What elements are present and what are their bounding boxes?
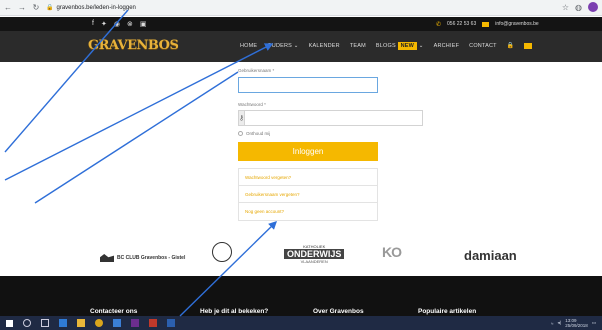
- login-help-links: Wachtwoord vergeten? Gebruikersnaam verg…: [238, 168, 378, 221]
- main-menu: HOME OUDERS ⌄ KALENDER TEAM BLOGS NEW ⌄ …: [240, 41, 533, 50]
- clock[interactable]: 13:09 25/09/2018: [565, 318, 588, 328]
- browser-nav: ← → ↻: [0, 3, 40, 12]
- taskbar-apps: [0, 319, 175, 327]
- extension-icon[interactable]: ◍: [575, 3, 582, 12]
- address-bar[interactable]: 🔒 gravenbos.be/leden-in-loggen: [46, 2, 516, 13]
- reload-icon[interactable]: ↻: [32, 3, 40, 12]
- kath-main-text: ONDERWIJS: [284, 249, 345, 259]
- phone-number[interactable]: 056 22 53 63: [447, 21, 476, 27]
- footer-popular-heading: Populaire artikelen: [418, 308, 477, 315]
- forgot-password-link[interactable]: Wachtwoord vergeten?: [239, 169, 377, 186]
- notifications-icon[interactable]: ▭: [592, 320, 596, 326]
- forgot-username-link[interactable]: Gebruikersnaam vergeten?: [239, 186, 377, 203]
- partner-circle-logo[interactable]: [212, 242, 232, 262]
- search-icon[interactable]: [23, 319, 31, 327]
- browser-actions: ☆ ◍: [562, 2, 598, 12]
- site-header: GRAVENBOS HOME OUDERS ⌄ KALENDER TEAM BL…: [0, 31, 602, 62]
- screen: ← → ↻ 🔒 gravenbos.be/leden-in-loggen ☆ ◍…: [0, 0, 602, 330]
- login-form: Gebruikersnaam * Wachtwoord * ⚷ Onthoud …: [238, 68, 424, 221]
- menu-item-blogs[interactable]: BLOGS NEW ⌄: [375, 41, 424, 50]
- system-tray: ≈ ◂) 13:09 25/09/2018 ▭: [551, 318, 596, 328]
- partner-bcg-label: BC CLUB Gravenbos - Gistel: [117, 255, 186, 261]
- site-logo[interactable]: GRAVENBOS: [88, 38, 179, 53]
- password-input[interactable]: [245, 110, 424, 126]
- edge-icon[interactable]: [59, 319, 67, 327]
- menu-item-archief[interactable]: ARCHIEF: [434, 43, 460, 49]
- windows-start-icon[interactable]: [6, 319, 13, 327]
- remember-checkbox[interactable]: [238, 131, 243, 136]
- remember-label: Onthoud mij: [246, 131, 271, 136]
- social-links: f ✦ ◉ ⊗ ▣: [92, 20, 146, 28]
- menu-item-blogs-label: BLOGS: [375, 42, 396, 49]
- mail-icon: [482, 21, 490, 27]
- clock-date: 25/09/2018: [565, 323, 588, 328]
- youtube-icon[interactable]: ▣: [140, 20, 147, 28]
- network-icon[interactable]: ≈: [551, 321, 553, 326]
- kath-bottom-text: VLAANDEREN: [300, 259, 328, 264]
- instagram-icon[interactable]: ◉: [114, 20, 120, 28]
- partner-logos: BC CLUB Gravenbos - Gistel KATHOLIEK OND…: [0, 240, 602, 276]
- chevron-down-icon: ⌄: [418, 42, 424, 49]
- forward-icon[interactable]: →: [18, 3, 26, 12]
- browser-chrome: ← → ↻ 🔒 gravenbos.be/leden-in-loggen ☆ ◍: [0, 0, 602, 16]
- footer-about-heading: Over Gravenbos: [313, 308, 364, 315]
- lock-icon[interactable]: 🔒: [507, 42, 515, 49]
- profile-avatar[interactable]: [588, 2, 598, 12]
- phone-icon: ✆: [436, 21, 442, 28]
- windows-taskbar: ≈ ◂) 13:09 25/09/2018 ▭: [0, 316, 602, 330]
- media-icon[interactable]: [149, 319, 157, 327]
- partner-damiaan-logo[interactable]: damiaan: [464, 248, 517, 263]
- no-account-link[interactable]: Nog geen account?: [239, 203, 377, 220]
- task-view-icon[interactable]: [41, 319, 49, 327]
- arrow-to-ouders-menu: [4, 43, 274, 181]
- contact-info: ✆ 056 22 53 63 info@gravenbos.be: [436, 21, 539, 28]
- facebook-icon[interactable]: f: [92, 20, 94, 28]
- key-icon: ⚷: [238, 110, 246, 126]
- menu-item-ouders[interactable]: OUDERS ⌄: [267, 43, 298, 49]
- menu-item-team[interactable]: TEAM: [350, 43, 366, 49]
- lock-icon: 🔒: [46, 5, 54, 11]
- volume-icon[interactable]: ◂): [557, 320, 561, 326]
- password-label: Wachtwoord *: [238, 102, 266, 107]
- star-icon[interactable]: ☆: [562, 3, 569, 12]
- new-badge: NEW: [397, 41, 418, 50]
- twitter-icon[interactable]: ✦: [101, 20, 107, 28]
- partner-bcg-logo[interactable]: BC CLUB Gravenbos - Gistel: [100, 254, 185, 262]
- menu-item-kalender[interactable]: KALENDER: [309, 43, 340, 49]
- word-icon[interactable]: [167, 319, 175, 327]
- outlook-icon[interactable]: [113, 319, 121, 327]
- partner-kh-logo[interactable]: KO: [382, 244, 402, 260]
- password-row: ⚷: [238, 110, 424, 126]
- top-info-bar: f ✦ ◉ ⊗ ▣ ✆ 056 22 53 63 info@gravenbos.…: [0, 17, 602, 31]
- menu-item-contact[interactable]: CONTACT: [469, 43, 497, 49]
- onenote-icon[interactable]: [131, 319, 139, 327]
- partner-katholiek-onderwijs-logo[interactable]: KATHOLIEK ONDERWIJS VLAANDEREN: [284, 244, 345, 264]
- arrow-to-username: [34, 71, 239, 204]
- building-icon: [100, 254, 114, 262]
- pinterest-icon[interactable]: ⊗: [127, 20, 133, 28]
- username-label: Gebruikersnaam *: [238, 68, 275, 73]
- file-explorer-icon[interactable]: [77, 319, 85, 327]
- back-icon[interactable]: ←: [4, 3, 12, 12]
- username-input[interactable]: [238, 76, 378, 93]
- chrome-icon[interactable]: [95, 319, 103, 327]
- footer-seen-heading: Heb je dit al bekeken?: [200, 308, 269, 315]
- remember-me[interactable]: Onthoud mij: [238, 131, 378, 136]
- login-button[interactable]: Inloggen: [238, 142, 378, 161]
- url-text: gravenbos.be/leden-in-loggen: [56, 4, 136, 11]
- email-address[interactable]: info@gravenbos.be: [495, 21, 538, 27]
- hamburger-menu-icon[interactable]: [524, 42, 533, 49]
- site-footer: Contacteer ons Heb je dit al bekeken? Ov…: [0, 276, 602, 316]
- footer-contact-heading: Contacteer ons: [90, 308, 138, 315]
- menu-item-home[interactable]: HOME: [240, 43, 257, 49]
